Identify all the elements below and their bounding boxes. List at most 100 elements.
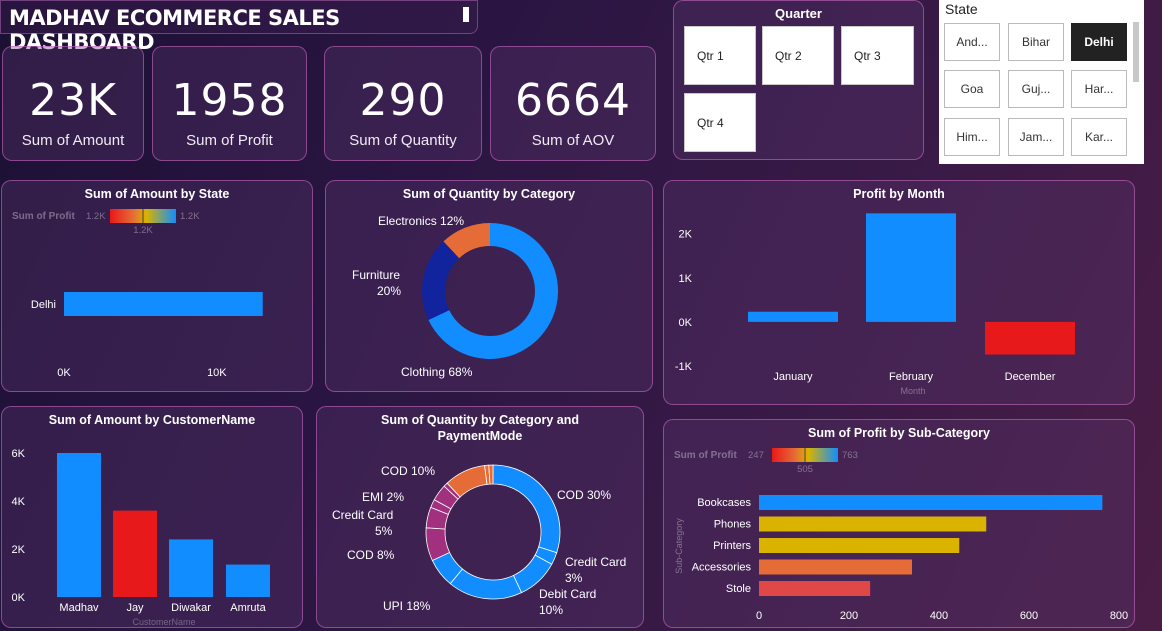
y-tick-label: 6K [12, 448, 26, 460]
kpi-card-profit[interactable]: 1958 Sum of Profit [152, 46, 307, 161]
kpi-card-quantity[interactable]: 290 Sum of Quantity [324, 46, 482, 161]
x-tick-label: 200 [840, 610, 858, 622]
slice-label: 5% [375, 524, 393, 538]
category-label: Printers [713, 540, 751, 552]
slice-label-electronics: Electronics 12% [378, 214, 464, 228]
amount-by-customer-chart: 0K 2K 4K 6K Madhav Jay Diwakar Amruta CustomerNa… [12, 448, 270, 627]
bar-accessories [759, 559, 912, 575]
slice-clothing-upi [449, 568, 523, 600]
y-tick-label: 2K [679, 229, 693, 241]
state-option-haryana[interactable]: Har... [1071, 70, 1127, 108]
quarter-option-qtr3[interactable]: Qtr 3 [841, 26, 914, 85]
kpi-label: Sum of Amount [21, 132, 125, 149]
profit-by-subcategory-chart: Sum of Profit 247 505 763 Bookcases Phones Pri… [674, 448, 1128, 622]
state-option-goa[interactable]: Goa [944, 70, 1000, 108]
slice-label-furniture-pct: 20% [377, 284, 401, 298]
bar-jay [113, 510, 157, 597]
profit-by-month-chart: -1K 0K 1K 2K January February December Month [675, 213, 1075, 396]
x-category-label: Amruta [230, 602, 266, 614]
kpi-value: 6664 [515, 75, 631, 126]
quantity-by-category-chart: Clothing 68% Furniture 20% Electronics 12% [352, 214, 558, 379]
y-tick-label: 1K [679, 273, 693, 285]
color-legend-min: 247 [748, 450, 764, 461]
slice-label-clothing: Clothing 68% [401, 365, 473, 379]
bar-madhav [57, 453, 101, 597]
slice-label: Credit Card [332, 508, 393, 522]
quarter-slicer: Quarter Qtr 1 Qtr 2 Qtr 3 Qtr 4 [673, 0, 924, 160]
slice-label: COD 10% [381, 464, 435, 478]
category-label: Phones [714, 519, 752, 531]
slice-label: 3% [565, 571, 583, 585]
amount-by-state-chart: Sum of Profit 1.2K 1.2K 1.2K Delhi 0K 10K [12, 209, 263, 379]
slice-label: UPI 18% [383, 599, 431, 613]
slice-label: Credit Card [565, 555, 626, 569]
slice-electronics-credit-card [488, 464, 494, 485]
color-legend-min: 1.2K [86, 211, 106, 222]
bar-amruta [226, 564, 270, 597]
state-option-himachal[interactable]: Him... [944, 118, 1000, 156]
quarter-option-qtr1[interactable]: Qtr 1 [684, 26, 756, 85]
chart-card-amount-by-state: Sum of Amount by State Sum of Profit 1.2K… [1, 180, 313, 392]
x-category-label: February [889, 371, 934, 383]
chart-card-quantity-by-category: Sum of Quantity by Category Clothing 68%… [325, 180, 653, 392]
color-legend-label: Sum of Profit [12, 211, 75, 222]
kpi-value: 290 [359, 75, 447, 126]
quarter-slicer-title: Quarter [775, 6, 822, 21]
y-tick-label: 4K [12, 496, 26, 508]
quantity-by-payment-chart: COD 30% Credit Card 3% Debit Card 10% UPI 18%… [332, 464, 626, 617]
chart-card-amount-by-customer: Sum of Amount by CustomerName 0K 2K 4K 6K Ma… [1, 406, 303, 628]
category-label: Delhi [31, 299, 56, 311]
state-option-karnataka[interactable]: Kar... [1071, 118, 1127, 156]
category-label: Bookcases [697, 497, 751, 509]
x-category-label: January [773, 371, 813, 383]
y-tick-label: 0K [12, 592, 26, 604]
x-axis-title: CustomerName [132, 617, 195, 627]
x-category-label: Jay [126, 602, 144, 614]
y-tick-label: 0K [679, 317, 693, 329]
bar-stole [759, 581, 871, 596]
bar-phones [759, 516, 987, 532]
state-option-gujarat[interactable]: Guj... [1008, 70, 1064, 108]
bar-printers [759, 538, 960, 553]
kpi-value: 1958 [171, 75, 288, 126]
state-option-andaman[interactable]: And... [944, 23, 1000, 61]
quarter-option-qtr2[interactable]: Qtr 2 [762, 26, 834, 85]
state-slicer: State And... Bihar Delhi Goa Guj... Har.… [939, 0, 1144, 164]
kpi-label: Sum of AOV [531, 132, 615, 149]
kpi-label: Sum of Profit [186, 132, 273, 149]
slice-furniture [422, 241, 460, 320]
kpi-card-aov[interactable]: 6664 Sum of AOV [490, 46, 656, 161]
bar-december [985, 321, 1075, 355]
bar-bookcases [759, 495, 1103, 510]
color-legend-mid: 505 [797, 464, 813, 475]
slice-label: COD 30% [557, 488, 611, 502]
chart-card-profit-by-month: Profit by Month -1K 0K 1K 2K January February… [663, 180, 1135, 405]
x-category-label: Madhav [59, 602, 99, 614]
bar-february [866, 213, 956, 322]
slice-label: EMI 2% [362, 490, 404, 504]
bar-diwakar [169, 539, 213, 597]
slice-clothing-cod [492, 464, 561, 554]
chart-card-profit-by-subcategory: Sum of Profit by Sub-Category Sum of Pro… [663, 419, 1135, 628]
y-tick-label: -1K [675, 361, 693, 373]
state-option-jammu[interactable]: Jam... [1008, 118, 1064, 156]
kpi-card-amount[interactable]: 23K Sum of Amount [2, 46, 144, 161]
chart-card-quantity-by-payment: Sum of Quantity by Category and PaymentM… [316, 406, 644, 628]
x-tick-label: 0 [756, 610, 762, 622]
color-legend-max: 763 [842, 450, 858, 461]
color-legend-mid: 1.2K [133, 225, 153, 236]
x-category-label: Diwakar [171, 602, 211, 614]
x-category-label: December [1005, 371, 1056, 383]
slice-label: COD 8% [347, 548, 395, 562]
quarter-option-qtr4[interactable]: Qtr 4 [684, 93, 756, 152]
y-axis-title: Sub-Category [674, 518, 684, 574]
state-option-delhi[interactable]: Delhi [1071, 23, 1127, 61]
state-slicer-scrollbar[interactable] [1133, 22, 1139, 82]
slice-label: 10% [539, 603, 563, 617]
x-axis-title: Month [900, 386, 925, 396]
bar-delhi [64, 292, 263, 316]
state-option-bihar[interactable]: Bihar [1008, 23, 1064, 61]
bar-january [748, 311, 838, 322]
category-label: Stole [726, 583, 751, 595]
color-legend-label: Sum of Profit [674, 450, 737, 461]
